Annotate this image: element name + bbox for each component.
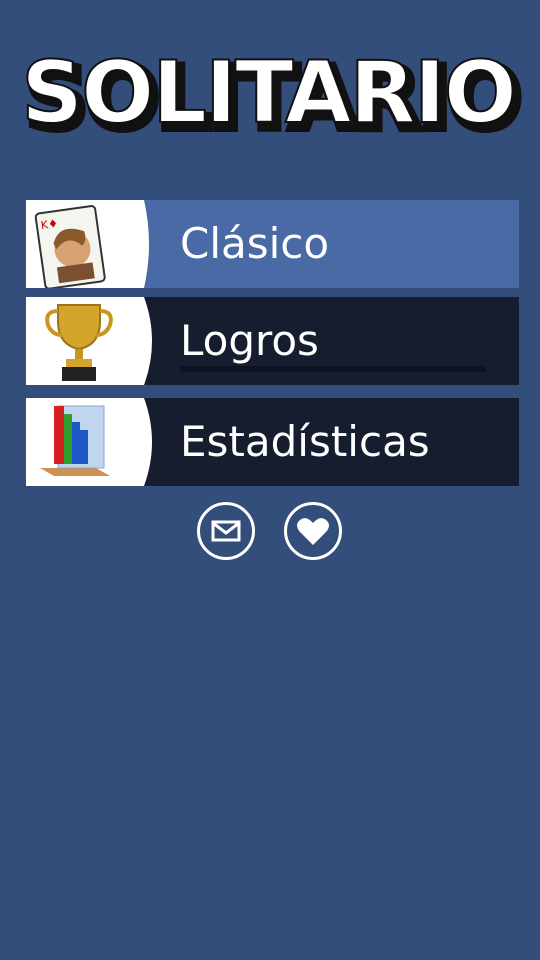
rate-button[interactable] — [284, 502, 342, 560]
title-text: SOLITARIO — [21, 43, 515, 143]
menu-item-estadisticas[interactable]: Estadísticas — [26, 398, 519, 486]
menu-item-label: Clásico — [180, 219, 330, 268]
king-of-diamonds-card-icon: K♦ — [26, 200, 149, 288]
svg-text:K♦: K♦ — [40, 217, 59, 232]
trophy-icon — [26, 297, 152, 385]
app-title-logo: SOLITARIO SOLITARIO — [0, 40, 540, 153]
bar-chart-icon — [26, 398, 152, 486]
menu-item-clasico[interactable]: K♦ Clásico — [26, 200, 519, 288]
mail-icon — [211, 520, 241, 542]
heart-icon — [297, 518, 329, 545]
menu-item-label: Estadísticas — [180, 417, 430, 466]
menu-item-logros[interactable]: Logros — [26, 297, 519, 385]
achievements-progress-bar — [180, 366, 486, 372]
contact-button[interactable] — [197, 502, 255, 560]
